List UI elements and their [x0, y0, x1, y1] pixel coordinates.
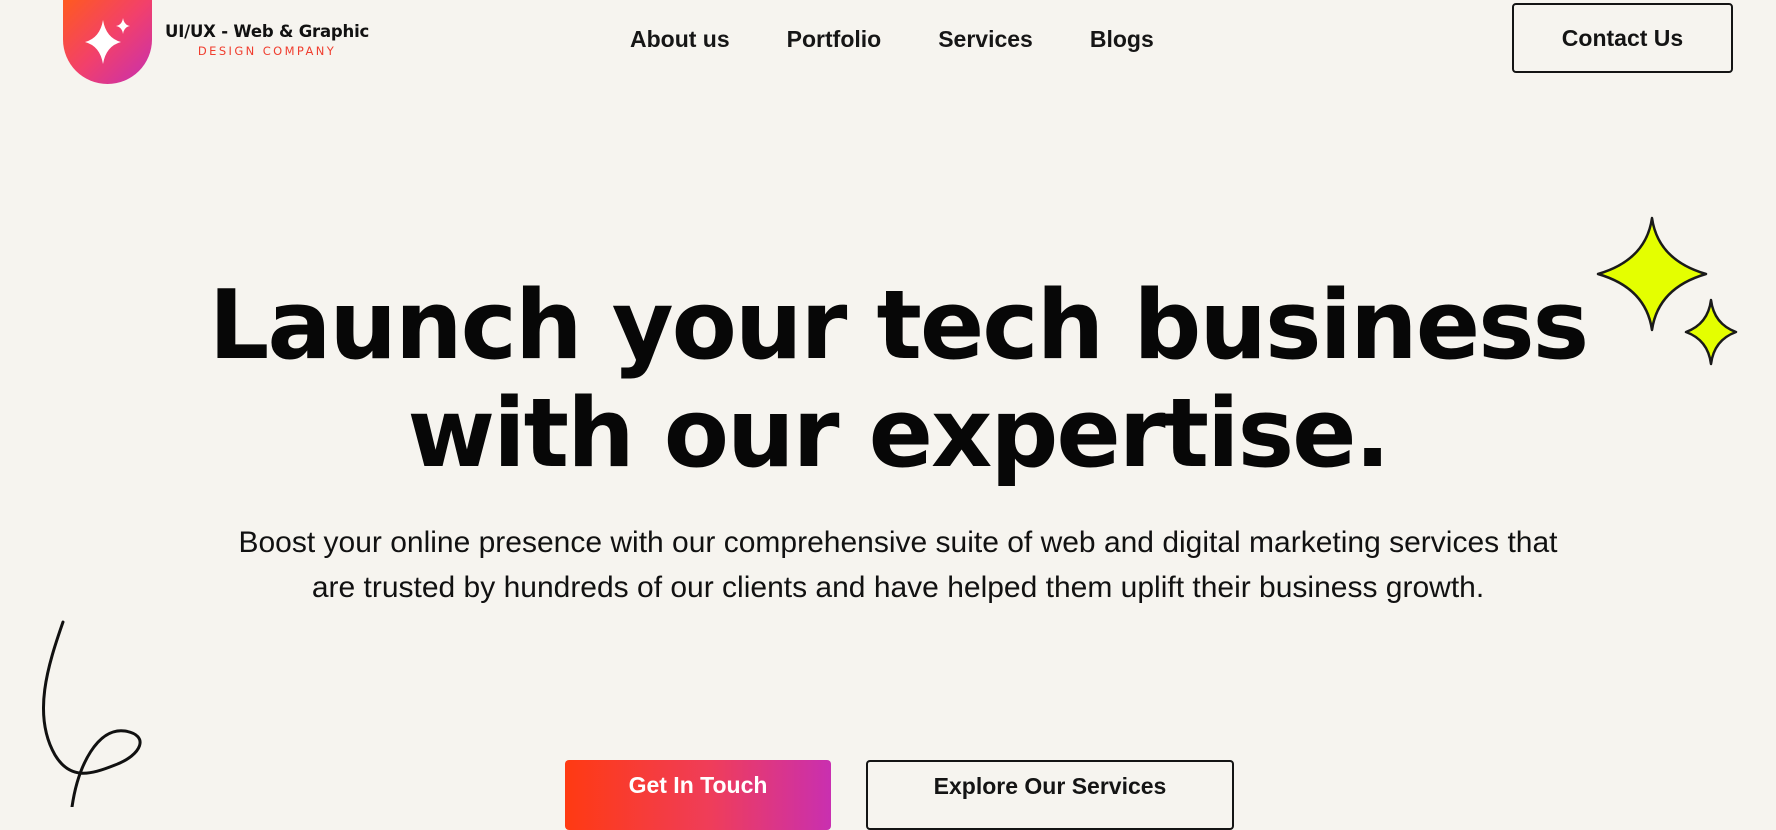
sparkle-icon: [85, 18, 130, 64]
squiggle-line: [41, 620, 142, 807]
get-in-touch-button[interactable]: Get In Touch: [565, 760, 831, 830]
logo-text: UI/UX - Web & Graphic DESIGN COMPANY: [165, 22, 369, 58]
explore-services-button[interactable]: Explore Our Services: [866, 760, 1234, 830]
logo-badge: [63, 0, 152, 84]
hero-subtitle: Boost your online presence with our comp…: [238, 526, 1558, 604]
main-nav: About us Portfolio Services Blogs: [630, 26, 1154, 53]
logo-title: UI/UX - Web & Graphic: [165, 22, 370, 41]
nav-item-blogs[interactable]: Blogs: [1090, 26, 1154, 53]
hero-title-line-2: with our expertise.: [407, 379, 1390, 489]
nav-item-about-us[interactable]: About us: [630, 26, 730, 53]
nav-item-portfolio[interactable]: Portfolio: [787, 26, 882, 53]
contact-us-button[interactable]: Contact Us: [1512, 3, 1733, 73]
site-header: UI/UX - Web & Graphic DESIGN COMPANY Abo…: [0, 0, 1776, 84]
logo-subtitle: DESIGN COMPANY: [197, 44, 337, 58]
nav-item-services[interactable]: Services: [938, 26, 1033, 53]
logo[interactable]: UI/UX - Web & Graphic DESIGN COMPANY: [63, 0, 369, 84]
hero-title: Launch your tech business with our exper…: [0, 272, 1776, 488]
hero-title-line-1: Launch your tech business: [208, 271, 1589, 381]
